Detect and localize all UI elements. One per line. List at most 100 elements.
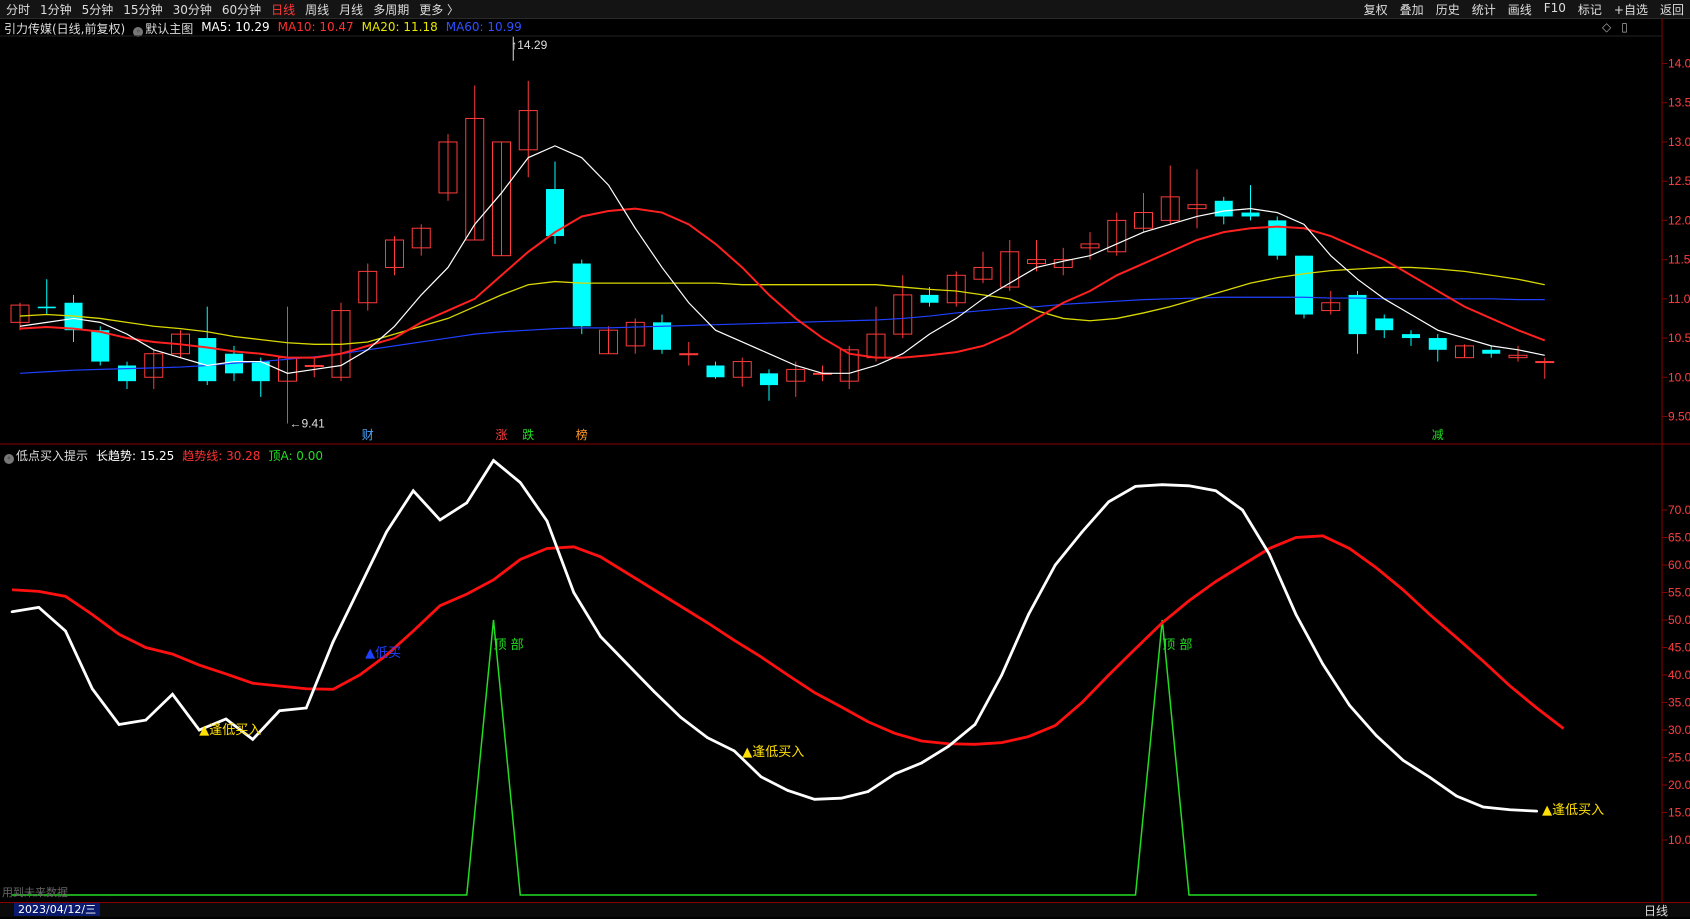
event-tag: 减 <box>1432 428 1444 442</box>
sub-tick-label: 50.00 <box>1668 613 1690 627</box>
long-trend-point <box>625 662 629 666</box>
price-tick-label: 10.00 <box>1668 370 1690 384</box>
long-trend-point <box>893 772 897 776</box>
long-trend-point <box>358 585 362 589</box>
sub-tick-label: 65.00 <box>1668 531 1690 545</box>
candle-body-down <box>1295 255 1313 315</box>
ma10-line <box>19 207 1546 359</box>
price-tick-label: 10.50 <box>1668 331 1690 345</box>
candle-body-down <box>37 306 56 309</box>
event-tag: 跌 <box>522 427 534 442</box>
stock-chart[interactable]: 14.00 13.50 13.00 12.50 12.00 11.50 11.00 10.50… <box>0 0 1690 916</box>
candle-body-down <box>706 365 725 378</box>
long-trend-point <box>492 459 495 462</box>
signal-annotation: ▲逢低买入 <box>742 745 804 760</box>
high-price-label: ↑14.29 <box>511 38 547 52</box>
long-trend-point <box>1080 530 1084 534</box>
trend-line <box>11 534 1565 746</box>
long-trend-point <box>1374 734 1378 737</box>
low-price-label: ←9.41 <box>290 417 326 431</box>
candle-body-down <box>1241 212 1260 217</box>
sub-tick-label: 30.00 <box>1668 723 1690 737</box>
price-tick-label: 9.50 <box>1668 409 1690 423</box>
price-tick-label: 11.50 <box>1668 253 1690 267</box>
long-trend-point <box>1053 563 1057 567</box>
candle-body-up <box>1535 361 1555 364</box>
long-trend-point <box>90 687 94 691</box>
candle-body-up <box>679 353 699 356</box>
period-label[interactable]: 日线 <box>1644 902 1668 919</box>
long-trend-point <box>438 518 442 522</box>
long-trend-point <box>1455 794 1458 798</box>
long-trend-point <box>706 736 709 739</box>
candle-body-down <box>198 338 217 382</box>
long-trend-point <box>572 591 576 594</box>
long-trend-point <box>839 796 843 800</box>
long-trend-point <box>866 790 870 793</box>
candle-body-down <box>91 330 110 362</box>
long-trend-point <box>599 635 602 638</box>
long-trend-point <box>1481 805 1485 809</box>
long-trend-point <box>545 519 549 523</box>
long-trend-point <box>973 723 977 726</box>
candle-body-down <box>1428 338 1447 350</box>
sub-tick-label: 40.00 <box>1668 668 1690 682</box>
sub-tick-label: 10.00 <box>1668 833 1690 847</box>
price-tick-label: 12.50 <box>1668 174 1690 188</box>
long-trend-point <box>64 629 67 633</box>
long-trend-point <box>1294 613 1298 616</box>
long-trend-point <box>946 745 950 748</box>
signal-annotation: 顶 部 <box>1162 638 1192 653</box>
price-tick-label: 13.50 <box>1668 96 1690 110</box>
long-trend-point <box>1187 484 1191 488</box>
ma5-line <box>19 145 1545 374</box>
long-trend-point <box>732 749 736 753</box>
long-trend-point <box>759 775 763 779</box>
long-trend-point <box>813 798 816 801</box>
long-trend-point <box>224 717 228 721</box>
long-trend-point <box>1348 703 1351 707</box>
long-trend-point <box>117 723 121 726</box>
sub-tick-label: 35.00 <box>1668 696 1690 710</box>
long-trend-point <box>304 706 308 710</box>
signal-annotation: ▲逢低买入 <box>1542 803 1604 818</box>
long-trend-point <box>920 761 923 765</box>
candle-body-down <box>760 373 778 386</box>
candle-body-down <box>1214 200 1233 217</box>
long-trend-point <box>1428 776 1432 779</box>
candle-body-down <box>572 263 591 327</box>
crosshair-date: 2023/04/12/三 <box>14 903 101 916</box>
long-trend-point <box>1241 508 1244 512</box>
sub-tick-label: 25.00 <box>1668 751 1690 765</box>
long-trend-point <box>1027 613 1030 616</box>
long-trend-point <box>465 501 469 505</box>
long-trend-point <box>144 718 148 722</box>
event-tag: 涨 <box>496 427 508 442</box>
time-axis <box>0 902 1690 917</box>
sub-tick-label: 20.00 <box>1668 778 1690 792</box>
sub-tick-label: 60.00 <box>1668 558 1690 572</box>
signal-annotation: ▲逢低买入 <box>199 723 261 738</box>
event-tag: 榜 <box>576 427 588 442</box>
sub-tick-label: 70.00 <box>1668 503 1690 517</box>
candle-body-down <box>920 294 939 303</box>
sub-tick-label: 55.00 <box>1668 586 1690 600</box>
long-trend-point <box>278 709 281 713</box>
long-trend-point <box>1134 485 1137 488</box>
candle-body-down <box>1402 334 1420 339</box>
price-tick-label: 13.00 <box>1668 135 1690 149</box>
long-trend-point <box>1214 489 1218 493</box>
sub-tick-label: 45.00 <box>1668 641 1690 655</box>
long-trend-point <box>10 610 14 614</box>
event-tag: 财 <box>362 428 374 442</box>
long-trend-point <box>1160 483 1164 487</box>
long-trend-point <box>331 640 335 644</box>
candle-body-down <box>1375 318 1394 331</box>
sub-tick-label: 15.00 <box>1668 806 1690 820</box>
signal-annotation: 顶 部 <box>494 638 524 653</box>
long-trend-point <box>518 481 522 484</box>
long-trend-point <box>652 690 656 693</box>
long-trend-point <box>679 716 683 719</box>
long-trend-point <box>385 530 388 534</box>
long-trend-point <box>786 789 790 792</box>
